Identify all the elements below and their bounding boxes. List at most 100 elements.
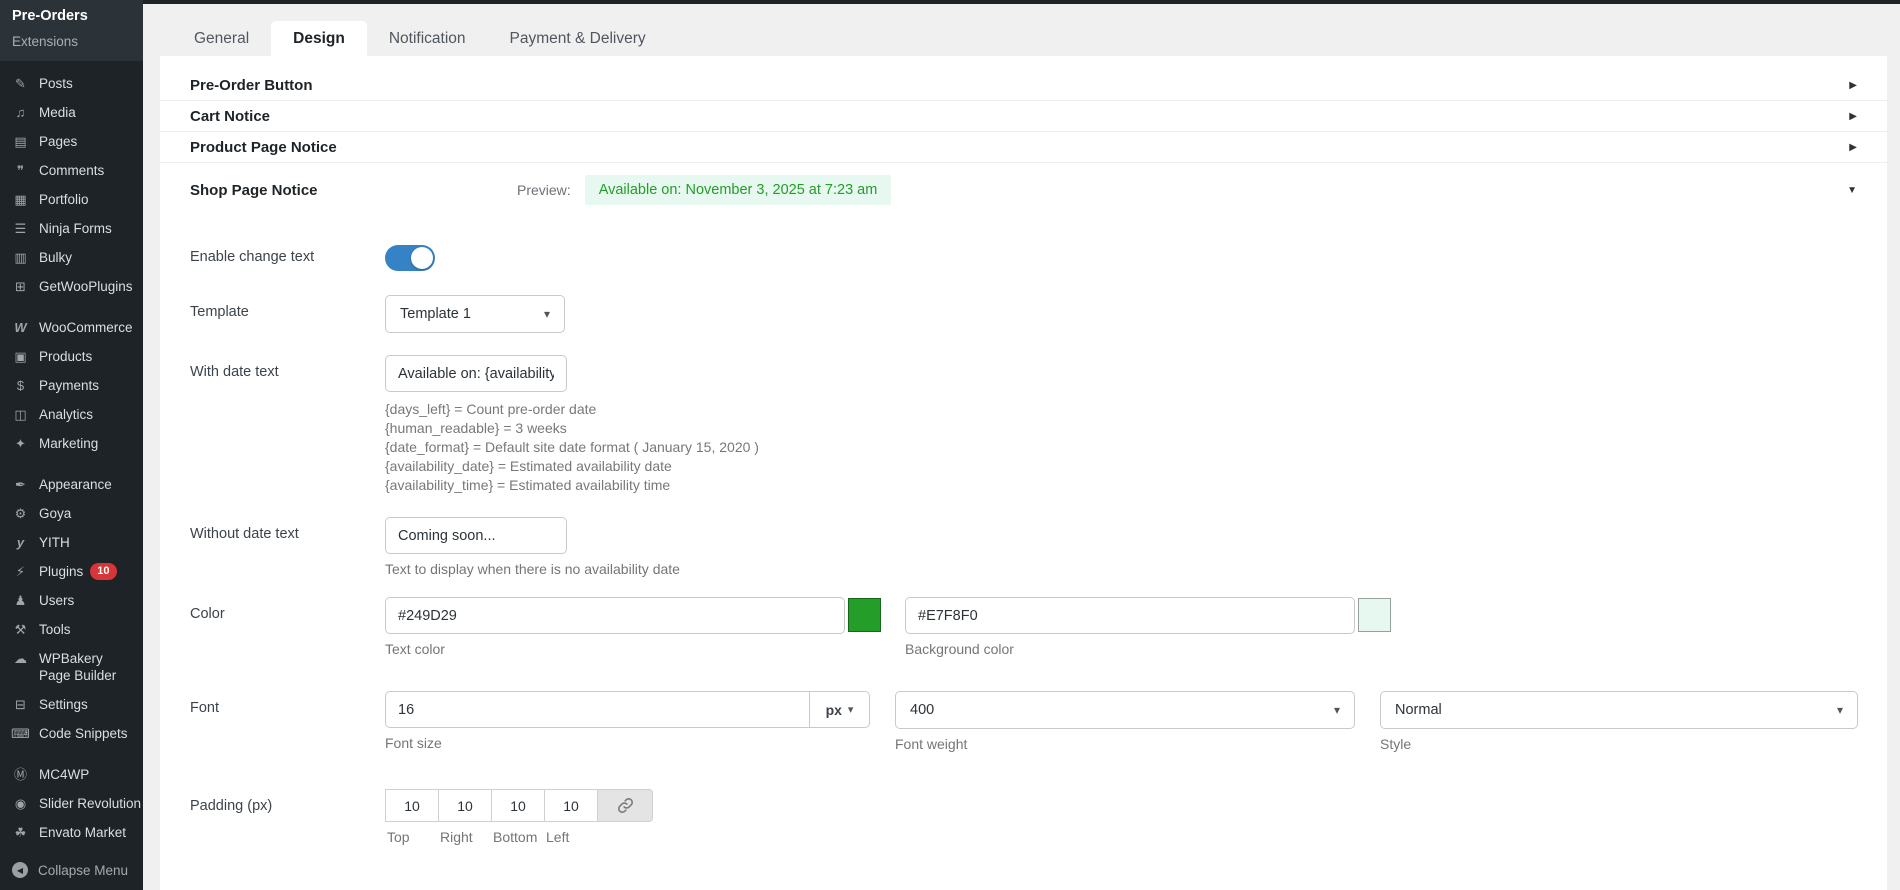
sidebar-item-code-snippets[interactable]: ⌨ Code Snippets: [0, 719, 143, 748]
text-color-help: Text color: [385, 641, 445, 657]
admin-sidebar: Pre-Orders Extensions ✎ Posts ♫ Media ▤ Pag…: [0, 0, 143, 890]
without-date-text-label: Without date text: [190, 526, 299, 542]
accordion-pre-order-button[interactable]: Pre-Order Button ▶: [160, 70, 1887, 101]
sidebar-item-posts[interactable]: ✎ Posts: [0, 69, 143, 98]
code-icon: ⌨: [11, 726, 30, 741]
tab-general[interactable]: General: [172, 21, 271, 56]
background-color-input[interactable]: [905, 597, 1355, 634]
padding-bottom-input[interactable]: [491, 789, 545, 822]
enable-change-text-label: Enable change text: [190, 249, 315, 265]
sidebar-item-goya[interactable]: ⚙ Goya: [0, 499, 143, 528]
sidebar-nav: ✎ Posts ♫ Media ▤ Pages ❞ Comments ▦ Portfoli…: [0, 61, 143, 847]
padding-top-input[interactable]: [385, 789, 439, 822]
form-lines-icon: ☰: [14, 221, 27, 236]
sidebar-item-analytics[interactable]: ◫ Analytics: [0, 400, 143, 429]
sliders-icon: ⊟: [15, 697, 26, 712]
font-label: Font: [190, 700, 220, 716]
plug-icon: ⚡: [15, 564, 26, 579]
font-style-help: Style: [1380, 736, 1412, 752]
leaf-icon: ☘: [14, 825, 27, 840]
document-stack-icon: ▤: [14, 134, 27, 149]
text-color-input[interactable]: [385, 597, 845, 634]
sidebar-item-appearance[interactable]: ✒ Appearance: [0, 470, 143, 499]
text-color-swatch[interactable]: [848, 598, 881, 632]
sidebar-item-marketing[interactable]: ✦ Marketing: [0, 429, 143, 458]
collapse-arrow-icon: ◀: [12, 862, 28, 878]
without-date-help: Text to display when there is no availab…: [385, 561, 680, 577]
template-select[interactable]: Template 1 ▾: [385, 295, 565, 333]
chevron-right-icon: ▶: [1849, 110, 1857, 122]
caret-down-icon: ▾: [1333, 703, 1340, 717]
cloud-icon: ☁: [14, 651, 27, 666]
sidebar-item-portfolio[interactable]: ▦ Portfolio: [0, 185, 143, 214]
sidebar-item-plugins[interactable]: ⚡ Plugins 10: [0, 557, 143, 586]
template-label: Template: [190, 304, 249, 320]
template-select-value: Template 1: [400, 306, 471, 322]
template-variables-help: {days_left} = Count pre-order date {huma…: [385, 401, 759, 493]
accordion-product-page-notice[interactable]: Product Page Notice ▶: [160, 132, 1887, 163]
padding-right-input[interactable]: [438, 789, 492, 822]
background-color-help: Background color: [905, 641, 1014, 657]
speech-bubble-icon: ❞: [17, 163, 24, 178]
sidebar-item-settings[interactable]: ⊟ Settings: [0, 690, 143, 719]
sidebar-item-mc4wp[interactable]: Ⓜ MC4WP: [0, 760, 143, 789]
sidebar-item-comments[interactable]: ❞ Comments: [0, 156, 143, 185]
sidebar-item-media[interactable]: ♫ Media: [0, 98, 143, 127]
sidebar-item-slider-revolution[interactable]: ◉ Slider Revolution: [0, 789, 143, 818]
font-size-help: Font size: [385, 735, 442, 751]
shop-page-notice-settings: Enable change text Template Template 1 ▾…: [160, 217, 1887, 865]
sidebar-item-bulky[interactable]: ▥ Bulky: [0, 243, 143, 272]
caret-down-icon: ▾: [543, 307, 550, 321]
font-size-input[interactable]: [385, 691, 810, 728]
font-weight-select[interactable]: 400 ▾: [895, 691, 1355, 729]
sidebar-item-wpbakery-page-builder[interactable]: ☁ WPBakery Page Builder: [0, 644, 143, 690]
padding-label: Padding (px): [190, 798, 273, 814]
padding-left-input[interactable]: [544, 789, 598, 822]
accordion-cart-notice[interactable]: Cart Notice ▶: [160, 101, 1887, 132]
enable-change-text-toggle[interactable]: [385, 245, 435, 271]
wrench-icon: ⚒: [14, 622, 27, 637]
sidebar-item-yith[interactable]: y YITH: [0, 528, 143, 557]
link-values-button[interactable]: [597, 789, 653, 822]
sidebar-item-extensions[interactable]: Extensions: [12, 34, 131, 49]
shop-notice-preview: Available on: November 3, 2025 at 7:23 a…: [584, 175, 892, 205]
font-unit-select[interactable]: px ▾: [810, 691, 870, 728]
tab-notification[interactable]: Notification: [367, 21, 488, 56]
gear-icon: ⚙: [14, 506, 27, 521]
settings-tabs: General Design Notification Payment & De…: [160, 21, 1887, 56]
tab-design[interactable]: Design: [271, 21, 367, 56]
chevron-down-icon: ▼: [1847, 184, 1857, 196]
music-note-icon: ♫: [15, 105, 26, 120]
woocommerce-icon: W: [14, 320, 27, 335]
bar-chart-icon: ◫: [14, 407, 27, 422]
font-style-select[interactable]: Normal ▾: [1380, 691, 1858, 729]
sidebar-item-getwooplugins[interactable]: ⊞ GetWooPlugins: [0, 272, 143, 301]
chevron-right-icon: ▶: [1849, 79, 1857, 91]
caret-down-icon: ▾: [1836, 703, 1843, 717]
collapse-menu-button[interactable]: ◀ Collapse Menu: [0, 856, 143, 884]
font-weight-help: Font weight: [895, 736, 968, 752]
caret-down-icon: ▾: [847, 704, 854, 716]
accordion-shop-page-notice[interactable]: Shop Page Notice Preview: Available on: …: [160, 163, 1887, 217]
sidebar-item-products[interactable]: ▣ Products: [0, 342, 143, 371]
megaphone-icon: ✦: [15, 436, 26, 451]
without-date-text-input[interactable]: [385, 517, 567, 554]
font-style-value: Normal: [1395, 702, 1442, 718]
sidebar-item-tools[interactable]: ⚒ Tools: [0, 615, 143, 644]
toggle-knob: [411, 247, 433, 269]
sidebar-item-woocommerce[interactable]: W WooCommerce: [0, 313, 143, 342]
with-date-text-input[interactable]: [385, 355, 567, 392]
background-color-swatch[interactable]: [1358, 598, 1391, 632]
sidebar-item-envato-market[interactable]: ☘ Envato Market: [0, 818, 143, 847]
sidebar-item-users[interactable]: ♟ Users: [0, 586, 143, 615]
sidebar-item-pre-orders[interactable]: Pre-Orders: [12, 8, 131, 24]
tab-payment-delivery[interactable]: Payment & Delivery: [488, 21, 668, 56]
user-icon: ♟: [14, 593, 27, 608]
sidebar-item-ninja-forms[interactable]: ☰ Ninja Forms: [0, 214, 143, 243]
sidebar-item-payments[interactable]: $ Payments: [0, 371, 143, 400]
main-content: General Design Notification Payment & De…: [143, 0, 1900, 890]
pin-icon: ✎: [15, 76, 26, 91]
brush-icon: ✒: [15, 477, 26, 492]
sidebar-item-pages[interactable]: ▤ Pages: [0, 127, 143, 156]
with-date-text-label: With date text: [190, 364, 279, 380]
